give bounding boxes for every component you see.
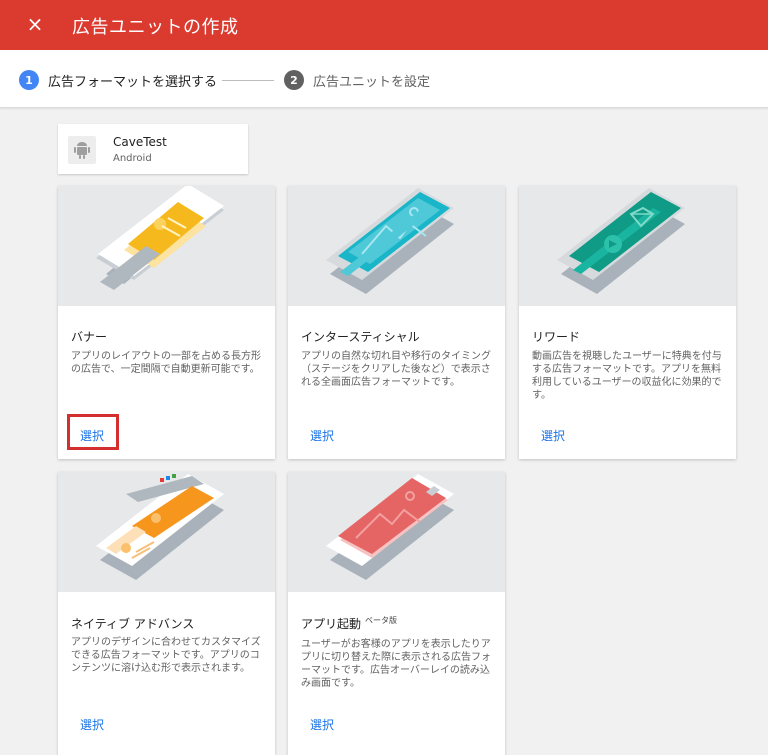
step-connector xyxy=(222,80,274,81)
format-description: ユーザーがお客様のアプリを表示したりアプリに切り替えた際に表示される広告フォーマ… xyxy=(301,639,491,689)
format-title: インタースティシャル xyxy=(301,330,420,344)
format-title: バナー xyxy=(71,330,108,344)
step-number: 1 xyxy=(19,70,39,90)
stepper: 1 広告フォーマットを選択する 2 広告ユニットを設定 xyxy=(0,50,768,108)
format-title: リワード xyxy=(532,330,581,344)
app-name: CaveTest xyxy=(113,135,167,149)
native-advanced-illustration xyxy=(58,472,275,592)
format-card-rewarded: リワード 動画広告を視聴したユーザーに特典を付与する広告フォーマットです。アプリ… xyxy=(519,186,736,459)
interstitial-illustration xyxy=(288,186,505,306)
step-label: 広告フォーマットを選択する xyxy=(48,74,218,90)
select-button[interactable]: 選択 xyxy=(72,716,112,733)
page-title: 広告ユニットの作成 xyxy=(72,17,239,38)
rewarded-illustration xyxy=(519,186,736,306)
format-card-native-advanced: ネイティブ アドバンス アプリのデザインに合わせてカスタマイズできる広告フォーマ… xyxy=(58,472,275,755)
app-header: × 広告ユニットの作成 xyxy=(0,0,768,50)
format-card-app-open: アプリ起動 ベータ版 ユーザーがお客様のアプリを表示したりアプリに切り替えた際に表… xyxy=(288,472,505,755)
format-card-interstitial: インタースティシャル アプリの自然な切れ目や移行のタイミング（ステージをクリアし… xyxy=(288,186,505,459)
step-number: 2 xyxy=(284,70,304,90)
format-description: アプリのレイアウトの一部を占める長方形の広告で、一定間隔で自動更新可能です。 xyxy=(71,351,261,375)
format-title: アプリ起動 ベータ版 xyxy=(301,615,397,632)
step-label: 広告ユニットを設定 xyxy=(313,74,431,90)
select-button[interactable]: 選択 xyxy=(533,427,573,444)
format-title: ネイティブ アドバンス xyxy=(71,617,195,631)
banner-illustration xyxy=(58,186,275,306)
close-icon[interactable]: × xyxy=(22,11,48,37)
format-description: アプリのデザインに合わせてカスタマイズできる広告フォーマットです。アプリのコンテ… xyxy=(71,637,261,674)
android-icon xyxy=(68,136,96,164)
select-button[interactable]: 選択 xyxy=(72,427,112,444)
step-configure-ad-unit[interactable]: 2 広告ユニットを設定 xyxy=(284,70,430,90)
app-platform: Android xyxy=(113,153,152,164)
select-button[interactable]: 選択 xyxy=(302,427,342,444)
select-button[interactable]: 選択 xyxy=(302,716,342,733)
format-card-banner: バナー アプリのレイアウトの一部を占める長方形の広告で、一定間隔で自動更新可能で… xyxy=(58,186,275,459)
format-title-text: アプリ起動 xyxy=(301,617,362,631)
format-description: 動画広告を視聴したユーザーに特典を付与する広告フォーマットです。アプリを無料利用… xyxy=(532,351,722,401)
app-open-illustration xyxy=(288,472,505,592)
format-description: アプリの自然な切れ目や移行のタイミング（ステージをクリアした後など）で表示される… xyxy=(301,351,491,388)
app-info-card: CaveTest Android xyxy=(58,124,248,174)
step-select-format[interactable]: 1 広告フォーマットを選択する xyxy=(19,70,217,90)
beta-badge: ベータ版 xyxy=(365,616,398,625)
